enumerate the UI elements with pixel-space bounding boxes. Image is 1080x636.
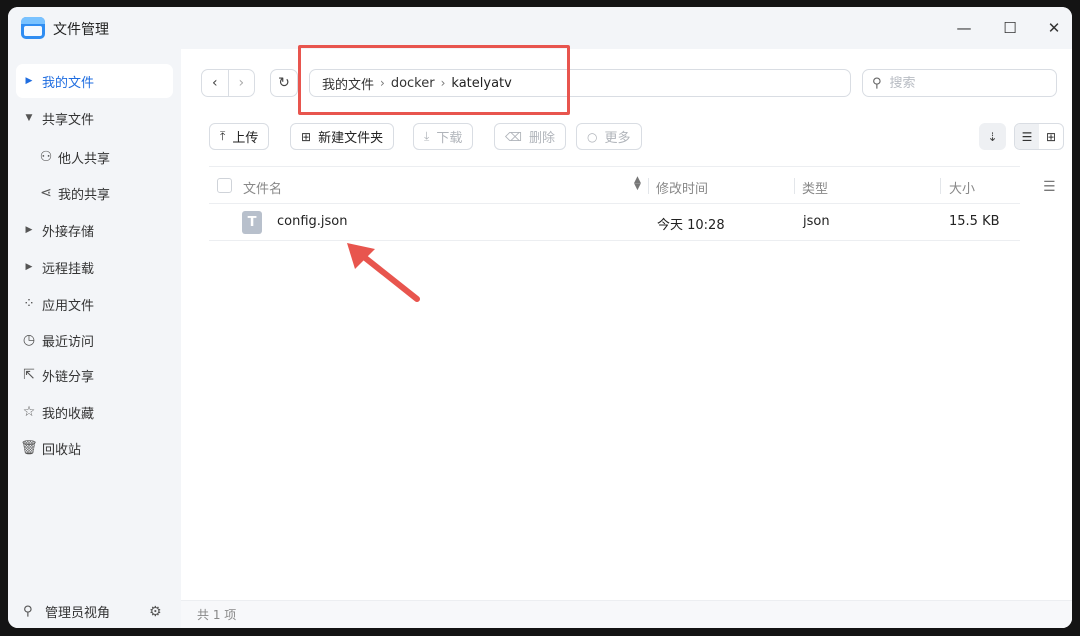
delete-label: 删除: [528, 131, 555, 146]
upload-label: 上传: [232, 131, 259, 146]
download-label: 下载: [436, 131, 463, 146]
more-icon: ○: [587, 129, 598, 144]
sidebar-item-label: 我的文件: [42, 75, 95, 91]
download-icon: ⤓: [424, 129, 430, 143]
column-divider: [648, 178, 649, 194]
search-box: ⚲: [862, 69, 1057, 97]
list-view-icon[interactable]: ☰: [1015, 124, 1039, 149]
column-name[interactable]: 文件名: [243, 178, 282, 197]
forward-button[interactable]: ›: [227, 70, 255, 96]
gear-icon[interactable]: ⚙: [149, 604, 162, 620]
table-row[interactable]: T config.json 今天 10:28 json 15.5 KB: [209, 204, 1020, 241]
file-modified: 今天 10:28: [657, 218, 725, 233]
sidebar-item-label: 他人共享: [58, 151, 111, 167]
upload-icon: ⤒: [220, 129, 226, 143]
refresh-button[interactable]: ↻: [270, 69, 298, 97]
trash-icon: ⌫: [505, 129, 522, 144]
title-bar: 文件管理 — ☐ ✕: [8, 7, 1072, 49]
sidebar-item-label: 外接存储: [42, 224, 95, 240]
main-panel: ‹ › ↻ 我的文件 › docker › katelyatv ⚲ ⤒ 上传 ⊞…: [181, 45, 1072, 628]
file-name[interactable]: config.json: [277, 214, 348, 229]
sidebar-item-label: 我的收藏: [42, 406, 95, 422]
sidebar-footer: ⚲ 管理员视角 ⚙: [8, 595, 181, 628]
sidebar-item-link-shares[interactable]: ⇱ 外链分享: [16, 358, 173, 392]
file-size: 15.5 KB: [949, 214, 1000, 229]
users-icon: ⚇: [39, 149, 53, 165]
grid-view-icon[interactable]: ⊞: [1039, 124, 1063, 149]
sidebar-item-remote-mount[interactable]: ▶ 远程挂载: [16, 250, 173, 284]
table-header: 文件名 ▲ ▼ 修改时间 类型 大小: [209, 166, 1020, 204]
download-button[interactable]: ⤓ 下载: [413, 123, 474, 150]
sort-arrows-icon[interactable]: ▲ ▼: [634, 176, 641, 192]
new-folder-button[interactable]: ⊞ 新建文件夹: [290, 123, 395, 150]
window-title: 文件管理: [53, 22, 109, 38]
file-type: json: [803, 214, 830, 229]
sidebar-item-label: 最近访问: [42, 334, 95, 350]
breadcrumb-docker[interactable]: docker: [391, 76, 435, 91]
share-icon: ⋖: [40, 185, 52, 201]
sidebar-item-my-shares[interactable]: ⋖ 我的共享: [34, 176, 173, 210]
user-icon: ⚲: [23, 604, 33, 619]
chevron-right-icon[interactable]: ▶: [16, 262, 42, 272]
column-settings-icon[interactable]: ☰: [1043, 179, 1056, 195]
chevron-right-icon[interactable]: ▶: [16, 76, 42, 86]
search-icon: ⚲: [872, 75, 882, 91]
sidebar-item-shared-files[interactable]: ▼ 共享文件: [16, 101, 173, 135]
sidebar: ▶ 我的文件 ▼ 共享文件 ⚇ 他人共享 ⋖ 我的共享 ▶ 外接存储 ▶ 远程挂…: [8, 49, 181, 628]
chevron-right-icon[interactable]: ▶: [16, 225, 42, 235]
history-nav: ‹ ›: [201, 69, 255, 97]
column-divider: [940, 178, 941, 194]
column-type[interactable]: 类型: [802, 178, 828, 197]
delete-button[interactable]: ⌫ 删除: [494, 123, 566, 150]
breadcrumb-my-files[interactable]: 我的文件: [322, 74, 374, 93]
apps-icon: ⁘: [23, 296, 35, 312]
sort-button[interactable]: ⇣: [979, 123, 1006, 150]
breadcrumb: 我的文件 › docker › katelyatv: [309, 69, 851, 97]
sidebar-item-recycle-bin[interactable]: 🗑 回收站: [16, 431, 173, 465]
new-folder-label: 新建文件夹: [318, 131, 384, 146]
close-button[interactable]: ✕: [1042, 17, 1066, 39]
sidebar-item-shared-with-me[interactable]: ⚇ 他人共享: [34, 140, 173, 174]
more-label: 更多: [604, 131, 631, 146]
chevron-down-icon[interactable]: ▼: [16, 113, 42, 123]
sidebar-item-label: 应用文件: [42, 298, 95, 314]
text-file-icon: T: [242, 211, 262, 234]
breadcrumb-separator: ›: [440, 76, 446, 90]
breadcrumb-current: katelyatv: [451, 75, 512, 91]
maximize-button[interactable]: ☐: [998, 17, 1022, 39]
breadcrumb-separator: ›: [380, 76, 385, 90]
sidebar-item-app-files[interactable]: ⁘ 应用文件: [16, 287, 173, 321]
more-button[interactable]: ○ 更多: [576, 123, 642, 150]
admin-view-toggle[interactable]: 管理员视角: [45, 602, 110, 621]
back-button[interactable]: ‹: [202, 70, 228, 96]
annotation-arrow: [347, 243, 420, 302]
upload-button[interactable]: ⤒ 上传: [209, 123, 270, 150]
sidebar-item-external-storage[interactable]: ▶ 外接存储: [16, 213, 173, 247]
sidebar-item-label: 回收站: [42, 442, 82, 458]
sidebar-item-label: 我的共享: [58, 187, 111, 203]
sidebar-item-my-files[interactable]: ▶ 我的文件: [16, 64, 173, 98]
column-modified[interactable]: 修改时间: [656, 178, 708, 197]
search-input[interactable]: [889, 75, 1040, 91]
minimize-button[interactable]: —: [952, 17, 976, 39]
column-size[interactable]: 大小: [949, 178, 975, 197]
external-link-icon: ⇱: [23, 367, 35, 383]
status-bar: 共 1 项: [181, 600, 1072, 628]
column-divider: [794, 178, 795, 194]
trash-icon: 🗑: [20, 440, 38, 456]
file-manager-window: 文件管理 — ☐ ✕ ▶ 我的文件 ▼ 共享文件 ⚇ 他人共享 ⋖ 我的共享 ▶…: [8, 7, 1072, 628]
view-toggle: ☰ ⊞: [1014, 123, 1064, 150]
clock-icon: ◷: [22, 332, 36, 348]
sidebar-item-label: 远程挂载: [42, 261, 95, 277]
select-all-checkbox[interactable]: [217, 178, 232, 193]
sidebar-item-recent[interactable]: ◷ 最近访问: [16, 323, 173, 357]
file-manager-app-icon: [21, 17, 45, 39]
folder-plus-icon: ⊞: [301, 129, 312, 144]
star-icon: ☆: [22, 404, 36, 420]
item-count: 共 1 项: [197, 608, 237, 622]
sidebar-item-favorites[interactable]: ☆ 我的收藏: [16, 395, 173, 429]
sidebar-item-label: 共享文件: [42, 112, 95, 128]
sidebar-item-label: 外链分享: [42, 369, 95, 385]
